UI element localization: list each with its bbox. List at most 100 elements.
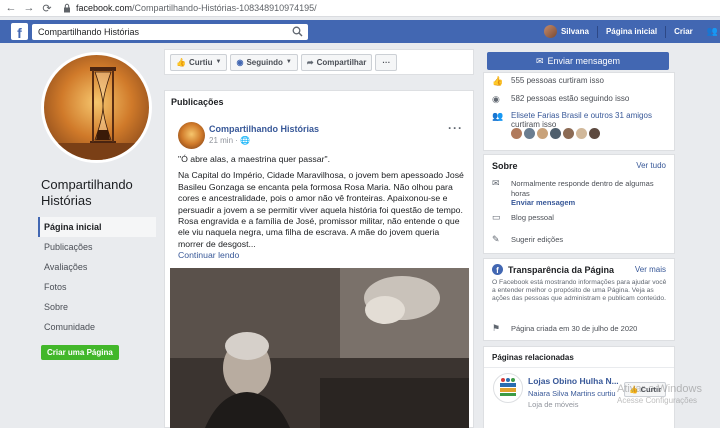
friends-row: 👥 Elisete Farias Brasil e outros 31 amigo…	[492, 111, 652, 129]
rss-icon: ◉	[492, 94, 500, 104]
chevron-down-icon: ▼	[215, 59, 222, 65]
post-author-name[interactable]: Compartilhando Histórias	[209, 124, 319, 134]
send-message-link[interactable]: Enviar mensagem	[511, 198, 575, 207]
lock-icon	[64, 3, 70, 13]
suggest-edits-link[interactable]: Sugerir edições	[511, 235, 563, 245]
transparency-card: f Transparência da Página Ver mais O Fac…	[483, 258, 675, 341]
related-page-name[interactable]: Lojas Obino Hulha N...	[528, 376, 619, 386]
post-text: Na Capital do Império, Cidade Maravilhos…	[178, 170, 464, 249]
facebook-top-bar: f Compartilhando Histórias Silvana Págin…	[0, 20, 720, 43]
like-label: Curtiu	[188, 57, 213, 67]
nav-item-community[interactable]: Comunidade	[38, 317, 156, 337]
community-stats-card: 👍 555 pessoas curtiram isso ◉ 582 pessoas …	[483, 72, 675, 151]
avatar[interactable]	[550, 128, 561, 139]
watermark-line2: Acesse Configurações	[617, 396, 698, 405]
friends-names-link[interactable]: Elisete Farias Brasil e outros 31 amigos	[511, 111, 652, 120]
divider	[596, 25, 598, 38]
related-friend-name[interactable]: Naiara Silva Martins curtiu	[528, 389, 616, 398]
about-title: Sobre	[492, 161, 518, 171]
likes-count: 555 pessoas curtiram isso	[511, 76, 604, 85]
created-row: ⚑ Página criada em 30 de julho de 2020	[492, 323, 637, 334]
page-title[interactable]: Compartilhando Histórias	[41, 177, 161, 209]
nav-item-reviews[interactable]: Avaliações	[38, 257, 156, 277]
response-row: ✉ Normalmente responde dentro de algumas …	[492, 178, 661, 208]
post-options-button[interactable]: ···	[448, 121, 463, 135]
friends-icon: 👥	[492, 111, 504, 121]
nav-item-photos[interactable]: Fotos	[38, 277, 156, 297]
url-domain: facebook.com	[76, 3, 133, 13]
post-author-avatar[interactable]	[178, 122, 205, 149]
about-card: Sobre Ver tudo ✉ Normalmente responde den…	[483, 154, 675, 254]
follow-label: Seguindo	[246, 57, 283, 67]
messenger-icon: ✉	[535, 55, 544, 66]
post-timestamp[interactable]: 21 min · 🌐	[209, 136, 250, 145]
related-title: Páginas relacionadas	[492, 353, 574, 362]
avatar[interactable]	[563, 128, 574, 139]
back-arrow-icon[interactable]: ←	[4, 1, 18, 15]
create-page-button[interactable]: Criar uma Página	[41, 345, 119, 360]
topbar-right-nav: Silvana Página inicial Criar 👥	[543, 20, 720, 43]
avatar[interactable]	[537, 128, 548, 139]
reload-icon[interactable]: ⟳	[40, 1, 54, 15]
user-avatar[interactable]	[543, 25, 557, 38]
friends-icon[interactable]: 👥	[707, 26, 718, 37]
historical-photo-image	[170, 268, 469, 428]
create-link[interactable]: Criar	[674, 27, 693, 36]
post-photo[interactable]	[170, 268, 469, 428]
facebook-logo-icon[interactable]: f	[11, 23, 28, 40]
windows-activation-watermark: Ativar o Windows Acesse Configurações	[617, 383, 720, 407]
likes-row: 👍 555 pessoas curtiram isso	[492, 76, 604, 87]
related-page-logo[interactable]	[493, 373, 523, 403]
rss-icon: ◉	[236, 57, 244, 67]
search-value: Compartilhando Histórias	[38, 26, 140, 37]
page-action-bar: 👍 Curtiu ▼ ◉ Seguindo ▼ ➦ Compartilhar ···	[164, 49, 474, 75]
blog-category[interactable]: Blog pessoal	[511, 213, 554, 223]
follow-button[interactable]: ◉ Seguindo ▼	[230, 53, 298, 71]
avatar[interactable]	[511, 128, 522, 139]
see-more-link[interactable]: Ver mais	[635, 265, 666, 274]
nav-item-posts[interactable]: Publicações	[38, 237, 156, 257]
left-navigation: Página inicial Publicações Avaliações Fo…	[38, 217, 156, 337]
continue-reading-link[interactable]: Continuar lendo	[178, 250, 465, 261]
related-page-category: Loja de móveis	[528, 400, 579, 409]
watermark-line1: Ativar o Windows	[617, 383, 702, 395]
flag-icon: ⚑	[492, 323, 501, 333]
post-time: 21 min	[209, 136, 234, 145]
home-link[interactable]: Página inicial	[606, 27, 657, 36]
transparency-title: Transparência da Página	[508, 265, 615, 275]
url-field[interactable]: facebook.com/Compartilhando-Histórias-10…	[76, 3, 317, 13]
pencil-icon: ✎	[492, 234, 500, 244]
suggest-row: ✎ Sugerir edições	[492, 234, 563, 245]
user-name-link[interactable]: Silvana	[561, 27, 589, 36]
search-input[interactable]: Compartilhando Histórias	[32, 23, 308, 40]
like-button[interactable]: 👍 Curtiu ▼	[170, 53, 228, 71]
store-logo-icon	[500, 378, 516, 396]
search-icon[interactable]	[292, 26, 303, 37]
see-all-link[interactable]: Ver tudo	[636, 161, 666, 170]
forward-arrow-icon[interactable]: →	[22, 1, 36, 15]
avatar[interactable]	[524, 128, 535, 139]
send-message-label: Enviar mensagem	[547, 56, 621, 66]
nav-item-about[interactable]: Sobre	[38, 297, 156, 317]
avatar[interactable]	[589, 128, 600, 139]
page-profile-picture[interactable]	[41, 52, 152, 163]
page-icon: ▭	[492, 212, 501, 222]
transparency-text: O Facebook está mostrando informações pa…	[492, 279, 667, 303]
share-label: Compartilhar	[316, 57, 367, 67]
post-quote: "Ó abre alas, a maestrina quer passar".	[178, 154, 330, 164]
facebook-circle-icon: f	[492, 264, 503, 275]
response-text: Normalmente responde dentro de algumas h…	[511, 179, 654, 198]
browser-address-bar: ← → ⟳ facebook.com/Compartilhando-Histór…	[0, 0, 720, 17]
more-actions-button[interactable]: ···	[375, 53, 398, 71]
related-page-friend: Naiara Silva Martins curtiu	[528, 389, 616, 398]
thumbs-up-icon: 👍	[492, 76, 504, 86]
hourglass-icon	[44, 67, 149, 160]
share-arrow-icon: ➦	[306, 57, 314, 67]
share-button[interactable]: ➦ Compartilhar	[300, 53, 373, 71]
blog-row: ▭ Blog pessoal	[492, 212, 554, 223]
send-message-button[interactable]: ✉ Enviar mensagem	[487, 52, 669, 70]
follows-row: ◉ 582 pessoas estão seguindo isso	[492, 94, 629, 105]
post-body: "Ó abre alas, a maestrina quer passar". …	[178, 154, 465, 262]
nav-item-home[interactable]: Página inicial	[38, 217, 156, 237]
avatar[interactable]	[576, 128, 587, 139]
